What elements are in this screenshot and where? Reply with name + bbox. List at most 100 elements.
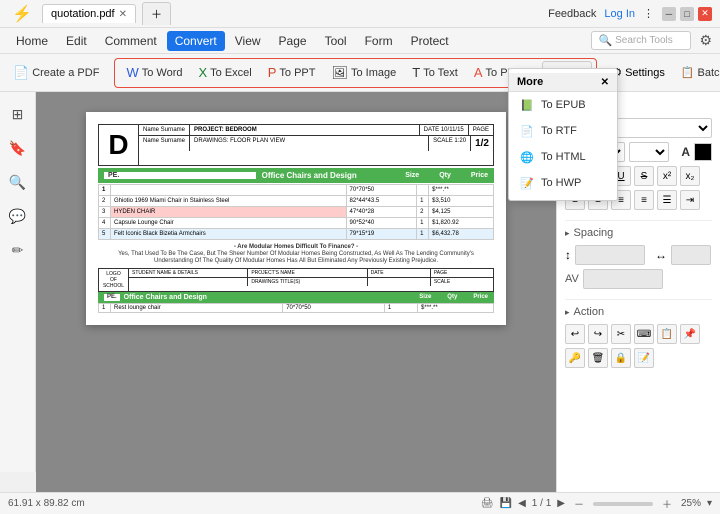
menu-tool[interactable]: Tool <box>317 31 355 51</box>
action-btn-8[interactable]: 🗑 <box>588 348 608 368</box>
spacing-title: Spacing <box>565 227 712 239</box>
main-content-area: D Name Surname PROJECT: BEDROOM DATE 10/… <box>36 92 556 508</box>
new-tab-btn[interactable]: ＋ <box>142 2 171 25</box>
save-icon[interactable]: 💾 <box>500 498 512 509</box>
align-justify-button[interactable]: ≡ <box>634 190 654 210</box>
menu-icon[interactable]: ⋮ <box>643 7 654 20</box>
font-size-select[interactable] <box>629 142 669 162</box>
hwp-icon: 📝 <box>519 175 535 191</box>
sidebar-thumb-icon[interactable]: ⊞ <box>4 100 32 128</box>
subscript-button[interactable]: x₂ <box>680 166 700 186</box>
plus-icon: ＋ <box>151 6 162 22</box>
menu-home[interactable]: Home <box>8 31 56 51</box>
prev-page-button[interactable]: ◀ <box>518 498 526 509</box>
toolbar-settings-icon[interactable]: ⚙ <box>699 32 712 49</box>
zoom-dropdown-button[interactable]: ▾ <box>707 498 712 509</box>
next-page-button[interactable]: ▶ <box>557 498 565 509</box>
menu-edit[interactable]: Edit <box>58 31 95 51</box>
minimize-button[interactable]: ─ <box>662 7 676 21</box>
superscript-button[interactable]: x² <box>657 166 677 186</box>
action-buttons-row1: ↩ ↪ ✂ ⌨ 📋 📌 <box>565 324 712 344</box>
action-btn-3[interactable]: ✂ <box>611 324 631 344</box>
scale-cell: SCALE 1:20 <box>429 136 471 151</box>
page-label: PAGE <box>469 125 493 135</box>
dropdown-item-html[interactable]: 🌐 To HTML <box>509 144 617 170</box>
zoom-slider[interactable] <box>593 502 653 506</box>
action-title: Action <box>565 306 712 318</box>
title-bar-left: ⚡ quotation.pdf ✕ ＋ <box>8 0 171 28</box>
spacing-row-1: ↕ ↔ <box>565 245 712 265</box>
menu-comment[interactable]: Comment <box>97 31 165 51</box>
av-spacing-input[interactable] <box>583 269 663 289</box>
pdf-header-row-1: Name Surname PROJECT: BEDROOM DATE 10/11… <box>139 125 493 136</box>
feedback-link[interactable]: Feedback <box>548 8 596 20</box>
strikethrough-button[interactable]: S <box>634 166 654 186</box>
login-link[interactable]: Log In <box>604 8 635 20</box>
pdf-text-section: - Are Modular Homes Difficult To Finance… <box>98 244 494 264</box>
to-image-button[interactable]: 🖼 To Image <box>324 61 403 85</box>
action-btn-2[interactable]: ↪ <box>588 324 608 344</box>
create-pdf-button[interactable]: 📄 Create a PDF <box>6 61 106 85</box>
action-btn-5[interactable]: 📋 <box>657 324 677 344</box>
sidebar-bookmark-icon[interactable]: 🔖 <box>4 134 32 162</box>
to-ppt-button[interactable]: P To PPT <box>261 61 323 84</box>
dropdown-item-rtf[interactable]: 📄 To RTF <box>509 118 617 144</box>
menu-form[interactable]: Form <box>357 31 401 51</box>
line-spacing-input[interactable] <box>575 245 645 265</box>
menu-convert[interactable]: Convert <box>167 31 225 51</box>
tab-close-icon[interactable]: ✕ <box>119 9 127 20</box>
table-row: 2 Ghiotio 1969 Miami Chair in Stainless … <box>99 196 494 207</box>
date-cell: DATE 10/11/15 <box>420 125 469 135</box>
spacing-section: Spacing ↕ ↔ AV <box>565 227 712 289</box>
dropdown-item-epub[interactable]: 📗 To EPUB <box>509 92 617 118</box>
av-icon: AV <box>565 273 579 285</box>
list-button[interactable]: ☰ <box>657 190 677 210</box>
zoom-in-button[interactable]: ＋ <box>659 496 675 511</box>
search-icon: 🔍 <box>598 34 612 47</box>
dropdown-item-hwp[interactable]: 📝 To HWP <box>509 170 617 196</box>
close-button[interactable]: ✕ <box>698 7 712 21</box>
search-box[interactable]: 🔍 Search Tools <box>591 31 691 50</box>
action-btn-10[interactable]: 📝 <box>634 348 654 368</box>
sidebar-search-icon[interactable]: 🔍 <box>4 168 32 196</box>
indent-button[interactable]: ⇥ <box>680 190 700 210</box>
sidebar-edit-icon[interactable]: ✏ <box>4 236 32 264</box>
dropdown-close-icon[interactable]: ✕ <box>601 77 609 88</box>
tab-label: quotation.pdf <box>51 8 115 20</box>
to-text-button[interactable]: T To Text <box>405 61 465 84</box>
status-right: 🖨 💾 ◀ 1 / 1 ▶ － ＋ 25% ▾ <box>481 496 712 511</box>
ppt-icon: P <box>268 65 277 80</box>
table-row: 1 Rest lounge chair 70*70*50 1 $***.** <box>99 304 494 313</box>
panel-divider-1 <box>565 220 712 221</box>
to-word-button[interactable]: W To Word <box>119 61 189 84</box>
document-tab[interactable]: quotation.pdf ✕ <box>42 4 136 23</box>
action-btn-9[interactable]: 🔒 <box>611 348 631 368</box>
to-excel-button[interactable]: X To Excel <box>191 61 258 84</box>
text-color-swatch[interactable] <box>694 143 712 161</box>
table-row: 5 Felt Iconic Black Bizetia Armchairs 79… <box>99 229 494 240</box>
excel-icon: X <box>198 65 207 80</box>
app-icon: ⚡ <box>8 0 36 28</box>
panel-divider-2 <box>565 299 712 300</box>
action-btn-4[interactable]: ⌨ <box>634 324 654 344</box>
left-sidebar: ⊞ 🔖 🔍 💬 ✏ <box>0 92 36 472</box>
menu-page[interactable]: Page <box>271 31 315 51</box>
menu-view[interactable]: View <box>227 31 269 51</box>
print-icon[interactable]: 🖨 <box>481 498 494 509</box>
zoom-out-button[interactable]: － <box>571 496 587 511</box>
action-btn-1[interactable]: ↩ <box>565 324 585 344</box>
char-spacing-input[interactable] <box>671 245 711 265</box>
sidebar-comment-icon[interactable]: 💬 <box>4 202 32 230</box>
batch-pr-button[interactable]: 📋 Batch Pr... <box>674 62 720 83</box>
action-btn-7[interactable]: 🔑 <box>565 348 585 368</box>
menu-protect[interactable]: Protect <box>403 31 457 51</box>
name-label: Name Surname <box>139 125 190 135</box>
page-num: 1/2 <box>471 136 493 151</box>
action-btn-6[interactable]: 📌 <box>680 324 700 344</box>
more-dropdown: More ✕ 📗 To EPUB 📄 To RTF 🌐 To HTML 📝 To… <box>508 68 618 201</box>
action-section: Action ↩ ↪ ✂ ⌨ 📋 📌 🔑 🗑 🔒 📝 <box>565 306 712 368</box>
table-row: 3 HYDEN CHAIR 47*40*28 2 $4,125 <box>99 207 494 218</box>
pdf-table2-green-header: PE. Office Chairs and Design Size Qty Pr… <box>98 292 494 303</box>
title-bar-right: Feedback Log In ⋮ ─ □ ✕ <box>548 7 712 21</box>
maximize-button[interactable]: □ <box>680 7 694 21</box>
